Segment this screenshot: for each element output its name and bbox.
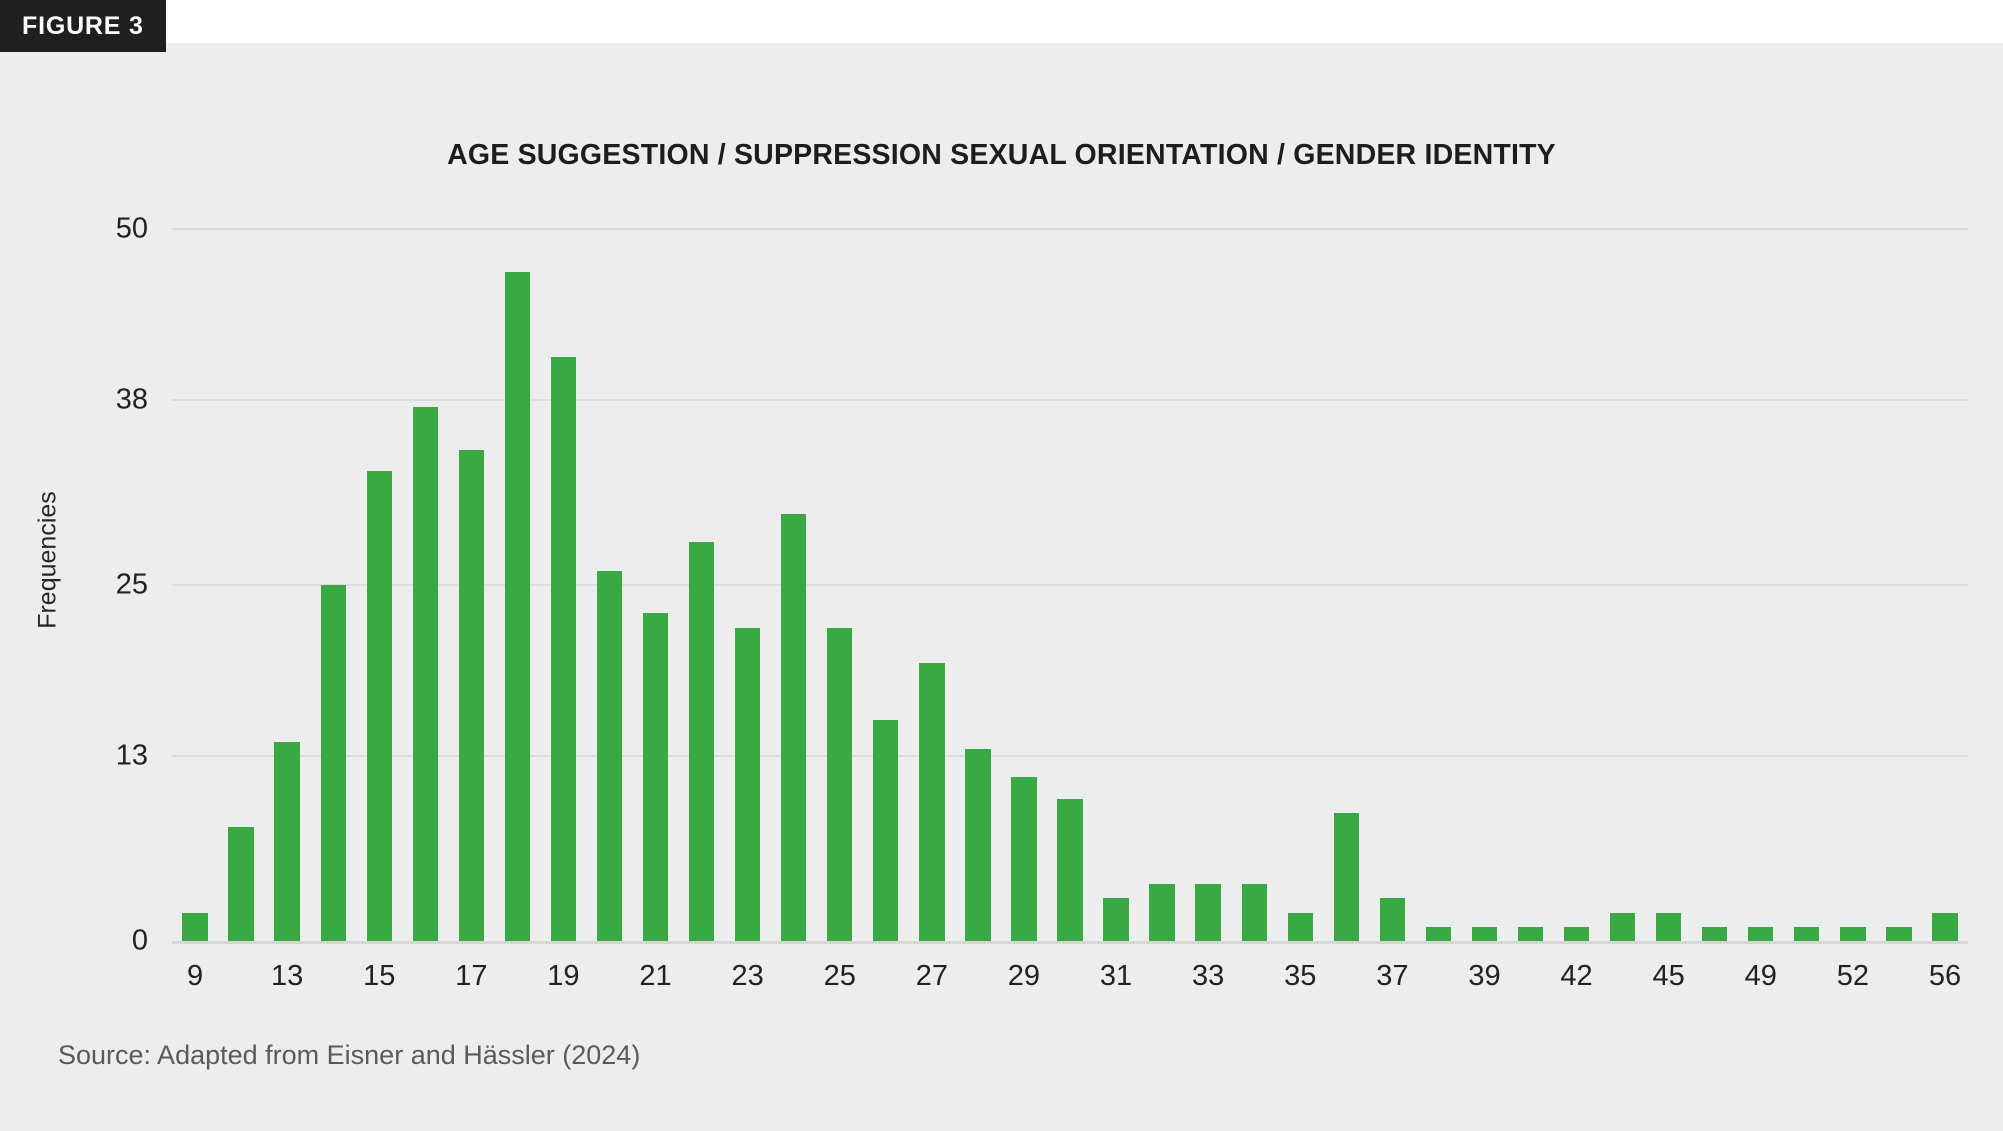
x-axis-tick-label: 17 (455, 960, 488, 992)
x-axis-tick-label: 42 (1560, 960, 1593, 992)
bar (1563, 926, 1590, 941)
bar (1195, 884, 1221, 941)
bar (1517, 926, 1544, 941)
bar (873, 720, 899, 941)
y-axis-tick-group: 0 13 25 38 50 (48, 0, 148, 1131)
y-axis-tick-label: 50 (115, 212, 148, 245)
x-axis-tick-label: 9 (186, 960, 204, 992)
x-axis-tick-label: 31 (1099, 960, 1133, 992)
bar (182, 912, 208, 941)
x-axis-tick-label: 49 (1744, 960, 1777, 992)
bar (1011, 777, 1037, 941)
bar (1609, 912, 1636, 941)
x-axis-tick-label: 45 (1652, 960, 1685, 992)
x-axis-tick-label: 23 (731, 960, 764, 992)
x-axis-tick-label: 15 (363, 960, 396, 992)
bar (734, 627, 761, 941)
x-axis-tick-label: 29 (1007, 960, 1041, 992)
x-axis-tick-label: 52 (1836, 960, 1869, 992)
bar (1241, 884, 1267, 941)
source-note: Source: Adapted from Eisner and Hässler … (58, 1040, 641, 1070)
y-axis-tick-label: 38 (115, 383, 148, 416)
y-axis-tick-label: 13 (115, 739, 148, 772)
x-axis-tick-label: 33 (1192, 960, 1225, 992)
bar (366, 471, 392, 941)
bar (320, 585, 346, 941)
bar (919, 663, 945, 941)
bar (1656, 912, 1682, 941)
chart-plot-area: Frequencies 0 13 25 38 50 9 13 15 17 19 21 23 25 27 2… (0, 0, 2003, 1131)
bar (1149, 884, 1175, 941)
bar-series (172, 0, 1968, 1131)
bar (781, 513, 807, 941)
bar (1287, 912, 1313, 941)
x-axis-tick-label: 56 (1928, 960, 1962, 992)
y-axis-tick-label: 25 (115, 568, 148, 601)
bar (1379, 898, 1406, 941)
bar (550, 357, 577, 941)
bar (965, 748, 991, 941)
x-axis-tick-label: 37 (1376, 960, 1409, 992)
bar (504, 271, 531, 941)
x-axis-tick-label: 39 (1468, 960, 1501, 992)
figure-root: FIGURE 3 AGE SUGGESTION / SUPPRESSION SE… (0, 0, 2003, 1131)
bar (228, 827, 254, 941)
bar (1333, 812, 1359, 941)
x-axis-tick-label: 21 (639, 960, 672, 992)
bar (1840, 926, 1866, 941)
y-axis-tick-label: 0 (131, 924, 148, 957)
x-axis-tick-label: 13 (270, 960, 304, 992)
bar (1886, 926, 1912, 941)
x-axis-tick-label: 27 (915, 960, 948, 992)
bar (1702, 926, 1728, 941)
bar (1103, 898, 1129, 941)
x-axis-tick-label: 25 (823, 960, 856, 992)
bar (596, 570, 623, 941)
bar (1057, 798, 1083, 941)
bar (1425, 926, 1452, 941)
bar (642, 613, 669, 941)
bar (688, 542, 715, 941)
x-axis-tick-label: 19 (547, 960, 580, 992)
bar (1471, 926, 1498, 941)
figure-number-badge: FIGURE 3 (0, 0, 166, 52)
bar (274, 741, 300, 941)
bar (1932, 912, 1958, 941)
bar (827, 627, 853, 941)
x-axis-tick-label: 35 (1284, 960, 1317, 992)
bar (458, 449, 484, 941)
bar (412, 407, 438, 941)
bar (1748, 926, 1774, 941)
bar (1794, 926, 1820, 941)
